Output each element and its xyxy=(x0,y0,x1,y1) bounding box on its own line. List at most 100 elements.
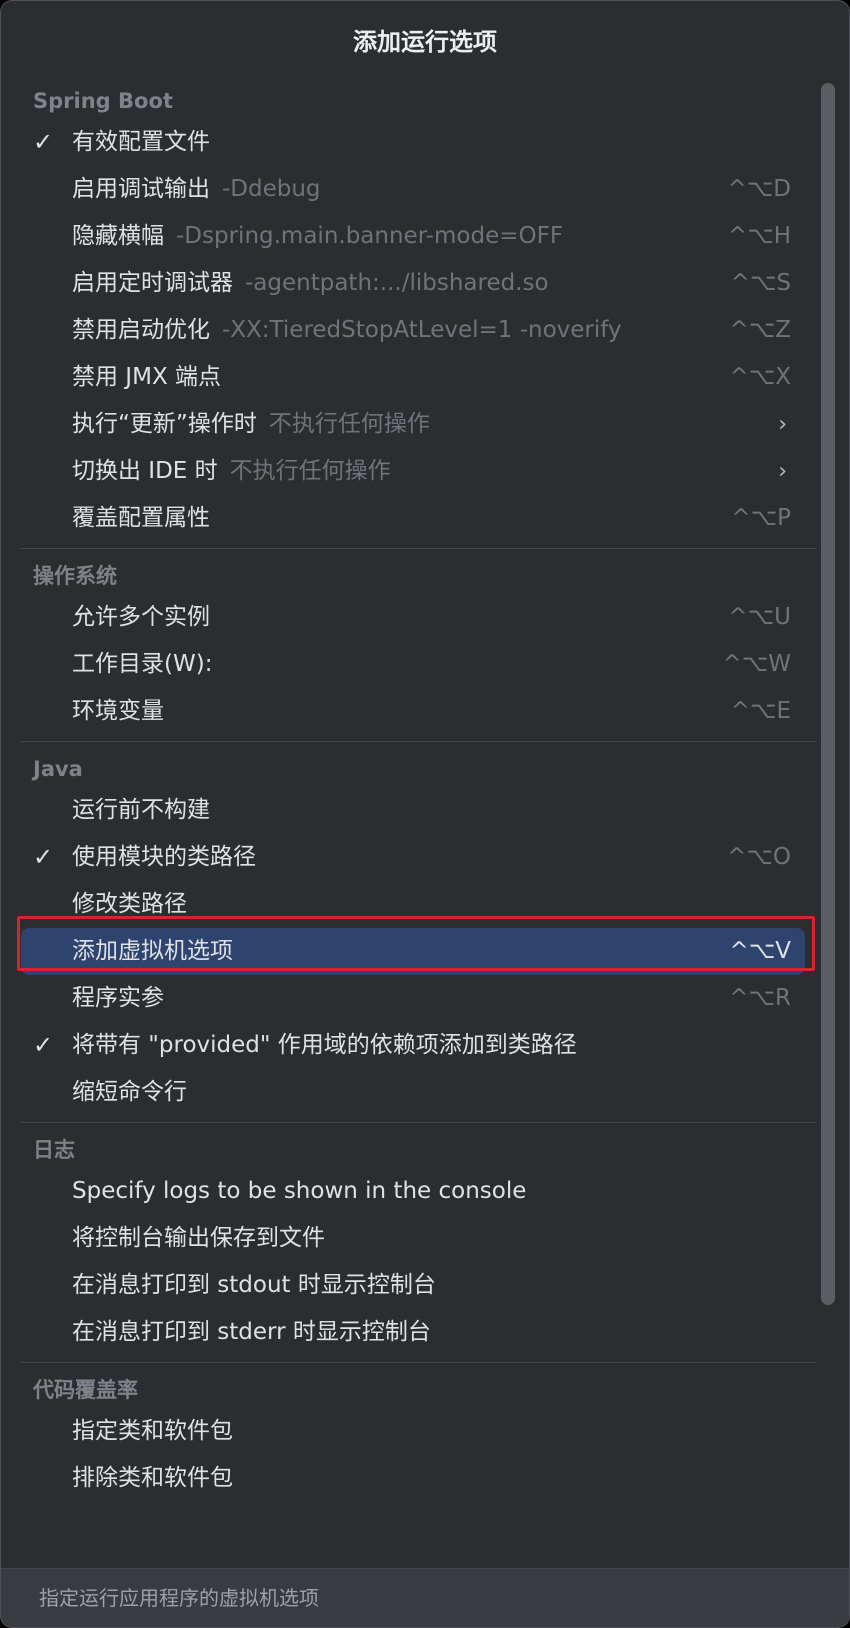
menu-item[interactable]: 启用调试输出 -Ddebug ^⌥D xyxy=(21,166,805,213)
menu-item[interactable]: 执行“更新”操作时 不执行任何操作 › xyxy=(21,401,805,448)
menu-item[interactable]: 指定类和软件包 xyxy=(21,1408,805,1455)
menu-item-label: 工作目录(W): xyxy=(72,651,213,677)
menu-item-hint: -XX:TieredStopAtLevel=1 -noverify xyxy=(222,317,622,343)
menu-item-label-wrap: 运行前不构建 xyxy=(72,787,210,834)
menu-item-label-wrap: 指定类和软件包 xyxy=(72,1408,233,1455)
menu-item-label-wrap: 启用调试输出 -Ddebug xyxy=(72,166,321,213)
menu-item-shortcut: ^⌥D xyxy=(727,176,792,202)
menu-item-label-wrap: 使用模块的类路径 xyxy=(72,834,256,881)
menu-item[interactable]: 程序实参 ^⌥R xyxy=(21,975,805,1022)
menu-item[interactable]: 将控制台输出保存到文件 xyxy=(21,1215,805,1262)
menu-item-shortcut: ^⌥E xyxy=(730,698,791,724)
section-header: Java xyxy=(33,757,83,781)
menu-item[interactable]: 覆盖配置属性 ^⌥P xyxy=(21,495,805,542)
menu-item-label-wrap: 环境变量 xyxy=(72,688,164,735)
menu-item-hint: 不执行任何操作 xyxy=(268,411,430,437)
menu-item-label-wrap: 工作目录(W): xyxy=(72,641,212,688)
menu-item-shortcut: ^⌥U xyxy=(728,604,791,630)
menu-item-label: 切换出 IDE 时 xyxy=(72,458,218,484)
menu-item-label-wrap: 有效配置文件 xyxy=(72,119,210,166)
menu-item-shortcut: ^⌥W xyxy=(722,651,791,677)
section-divider xyxy=(21,548,817,549)
menu-item[interactable]: 排除类和软件包 xyxy=(21,1455,805,1502)
menu-item-label: 启用定时调试器 xyxy=(72,270,233,296)
menu-item-label-wrap: 将控制台输出保存到文件 xyxy=(72,1215,325,1262)
menu-item-label: 在消息打印到 stderr 时显示控制台 xyxy=(72,1319,431,1345)
menu-item-label-wrap: 覆盖配置属性 xyxy=(72,495,210,542)
menu-item[interactable]: 隐藏横幅 -Dspring.main.banner-mode=OFF ^⌥H xyxy=(21,213,805,260)
menu-item[interactable]: ✓ 有效配置文件 xyxy=(21,119,805,166)
menu-item-label-wrap: 排除类和软件包 xyxy=(72,1455,233,1502)
menu-item[interactable]: 工作目录(W): ^⌥W xyxy=(21,641,805,688)
menu-item-label: 使用模块的类路径 xyxy=(72,844,256,870)
menu-item-hint: -agentpath:.../libshared.so xyxy=(245,270,549,296)
menu-item[interactable]: ✓ 将带有 "provided" 作用域的依赖项添加到类路径 xyxy=(21,1022,805,1069)
menu-item-shortcut: ^⌥Z xyxy=(729,317,791,343)
menu-item-label: 在消息打印到 stdout 时显示控制台 xyxy=(72,1272,436,1298)
checkmark-icon: ✓ xyxy=(33,1031,54,1059)
menu-item-label: 禁用启动优化 xyxy=(72,317,210,343)
menu-item-label: 指定类和软件包 xyxy=(72,1418,233,1444)
scrollbar[interactable] xyxy=(821,83,835,1603)
checkmark-icon: ✓ xyxy=(33,128,54,156)
menu-item-hint: 不执行任何操作 xyxy=(229,458,391,484)
options-list: Spring Boot ✓ 有效配置文件 启用调试输出 -Ddebug ^⌥D 隐藏横幅 -D… xyxy=(1,83,849,1567)
menu-item-label-wrap: 允许多个实例 xyxy=(72,594,210,641)
menu-item-label: 将带有 "provided" 作用域的依赖项添加到类路径 xyxy=(72,1032,577,1058)
menu-item[interactable]: 禁用 JMX 端点 ^⌥X xyxy=(21,354,805,401)
menu-item-label: Specify logs to be shown in the console xyxy=(72,1178,527,1204)
menu-item-shortcut: ^⌥R xyxy=(729,985,791,1011)
menu-item[interactable]: 禁用启动优化 -XX:TieredStopAtLevel=1 -noverify ^… xyxy=(21,307,805,354)
menu-item[interactable]: ✓ 使用模块的类路径 ^⌥O xyxy=(21,834,805,881)
menu-item-label: 缩短命令行 xyxy=(72,1079,187,1105)
menu-item[interactable]: 环境变量 ^⌥E xyxy=(21,688,805,735)
menu-item-label: 环境变量 xyxy=(72,698,164,724)
menu-item[interactable]: 在消息打印到 stderr 时显示控制台 xyxy=(21,1309,805,1356)
menu-item-label-wrap: 在消息打印到 stderr 时显示控制台 xyxy=(72,1309,431,1356)
menu-item-label-wrap: 程序实参 xyxy=(72,975,164,1022)
menu-item-label: 禁用 JMX 端点 xyxy=(72,364,222,390)
menu-item-label-wrap: Specify logs to be shown in the console xyxy=(72,1168,526,1215)
menu-item-label-wrap: 将带有 "provided" 作用域的依赖项添加到类路径 xyxy=(72,1022,577,1069)
menu-item[interactable]: 允许多个实例 ^⌥U xyxy=(21,594,805,641)
menu-item-hint: -Dspring.main.banner-mode=OFF xyxy=(176,223,564,249)
menu-item-label: 隐藏横幅 xyxy=(72,223,164,249)
menu-item-label-wrap: 修改类路径 xyxy=(72,881,187,928)
chevron-right-icon: › xyxy=(778,412,787,437)
section-header: 日志 xyxy=(33,1138,75,1162)
menu-item-label: 允许多个实例 xyxy=(72,604,210,630)
add-run-options-popup: 添加运行选项 Spring Boot ✓ 有效配置文件 启用调试输出 -Ddebug ^⌥… xyxy=(0,0,850,1628)
menu-item-label: 启用调试输出 xyxy=(72,176,210,202)
menu-item-shortcut: ^⌥O xyxy=(727,844,791,870)
menu-item[interactable]: 启用定时调试器 -agentpath:.../libshared.so ^⌥S xyxy=(21,260,805,307)
menu-item-label: 有效配置文件 xyxy=(72,129,210,155)
menu-item-label-wrap: 添加虚拟机选项 xyxy=(72,928,233,975)
menu-item-shortcut: ^⌥H xyxy=(727,223,791,249)
menu-item-label-wrap: 启用定时调试器 -agentpath:.../libshared.so xyxy=(72,260,549,307)
menu-item-label-wrap: 禁用 JMX 端点 xyxy=(72,354,221,401)
menu-item-selected[interactable]: 添加虚拟机选项 ^⌥V xyxy=(21,928,805,975)
menu-item-label: 覆盖配置属性 xyxy=(72,505,210,531)
menu-item-label-wrap: 在消息打印到 stdout 时显示控制台 xyxy=(72,1262,436,1309)
menu-item-shortcut: ^⌥V xyxy=(729,938,791,964)
menu-item-shortcut: ^⌥S xyxy=(730,270,791,296)
menu-item-label-wrap: 禁用启动优化 -XX:TieredStopAtLevel=1 -noverify xyxy=(72,307,622,354)
menu-item[interactable]: 修改类路径 xyxy=(21,881,805,928)
menu-item[interactable]: 缩短命令行 xyxy=(21,1069,805,1116)
menu-item-label-wrap: 缩短命令行 xyxy=(72,1069,187,1116)
scrollbar-thumb[interactable] xyxy=(821,83,835,1305)
menu-item[interactable]: 在消息打印到 stdout 时显示控制台 xyxy=(21,1262,805,1309)
section-divider xyxy=(21,1122,817,1123)
menu-item[interactable]: 运行前不构建 xyxy=(21,787,805,834)
menu-item-label-wrap: 隐藏横幅 -Dspring.main.banner-mode=OFF xyxy=(72,213,563,260)
menu-item-label: 添加虚拟机选项 xyxy=(72,938,233,964)
section-header: 代码覆盖率 xyxy=(33,1378,138,1402)
popup-footer: 指定运行应用程序的虚拟机选项 xyxy=(1,1568,849,1627)
menu-item[interactable]: Specify logs to be shown in the console xyxy=(21,1168,805,1215)
menu-item-label: 排除类和软件包 xyxy=(72,1465,233,1491)
menu-item-label: 执行“更新”操作时 xyxy=(72,411,257,437)
menu-item-label-wrap: 切换出 IDE 时不执行任何操作 xyxy=(72,448,391,495)
section-divider xyxy=(21,1362,817,1363)
menu-item[interactable]: 切换出 IDE 时不执行任何操作 › xyxy=(21,448,805,495)
menu-item-label: 修改类路径 xyxy=(72,891,187,917)
